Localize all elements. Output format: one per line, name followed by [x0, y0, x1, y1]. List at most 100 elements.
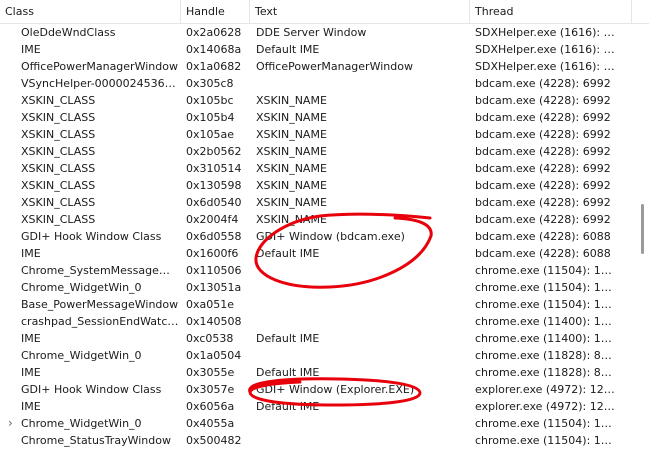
row-handle-cell: 0x6056a — [186, 400, 235, 413]
expand-chevron-icon[interactable]: › — [8, 415, 18, 432]
row-thread-cell: chrome.exe (11504): 12020 — [475, 298, 615, 311]
table-row[interactable]: XSKIN_CLASS 0x105ae XSKIN_NAME bdcam.exe (4… — [0, 126, 649, 143]
row-thread-cell: bdcam.exe (4228): 6992 — [475, 213, 611, 226]
row-class-cell: crashpad_SessionEndWatcher — [21, 315, 180, 328]
row-text-cell: XSKIN_NAME — [256, 94, 327, 107]
row-thread-cell: bdcam.exe (4228): 6992 — [475, 94, 611, 107]
table-row[interactable]: VSyncHelper-000002453606... 0x305c8 bdcam.… — [0, 75, 649, 92]
table-row[interactable]: XSKIN_CLASS 0x2004f4 XSKIN_NAME bdcam.exe (… — [0, 211, 649, 228]
row-thread-cell: bdcam.exe (4228): 6992 — [475, 111, 611, 124]
row-text-cell: XSKIN_NAME — [256, 162, 327, 175]
row-thread-cell: explorer.exe (4972): 12076 — [475, 400, 615, 413]
table-row[interactable]: Base_PowerMessageWindow 0xa051e chrome.exe… — [0, 296, 649, 313]
table-row[interactable]: crashpad_SessionEndWatcher 0x140508 chrome… — [0, 313, 649, 330]
table-row[interactable]: Chrome_StatusTrayWindow 0x500482 chrome.ex… — [0, 432, 649, 449]
window-list: OleDdeWndClass 0x2a0628 DDE Server Window S… — [0, 24, 649, 449]
row-text-cell: XSKIN_NAME — [256, 213, 327, 226]
table-row[interactable]: Chrome_SystemMessageWin... 0x110506 chrome… — [0, 262, 649, 279]
row-class-cell: VSyncHelper-000002453606... — [21, 77, 180, 90]
row-thread-cell: bdcam.exe (4228): 6992 — [475, 145, 611, 158]
row-thread-cell: chrome.exe (11828): 8704 — [475, 366, 615, 379]
row-text-cell — [256, 75, 466, 92]
table-row[interactable]: GDI+ Hook Window Class 0x3057e GDI+ Window… — [0, 381, 649, 398]
row-class-cell: XSKIN_CLASS — [21, 213, 96, 226]
column-header-text[interactable]: Text — [250, 0, 470, 23]
row-class-cell: GDI+ Hook Window Class — [21, 230, 162, 243]
row-text-cell — [256, 313, 466, 330]
row-class-cell: IME — [21, 247, 41, 260]
table-row[interactable]: IME 0x3055e Default IME chrome.exe (11828):… — [0, 364, 649, 381]
row-thread-cell: SDXHelper.exe (1616): 12... — [475, 43, 615, 56]
row-thread-cell: chrome.exe (11828): 8704 — [475, 349, 615, 362]
row-text-cell: GDI+ Window (bdcam.exe) — [256, 230, 405, 243]
table-row[interactable]: OleDdeWndClass 0x2a0628 DDE Server Window S… — [0, 24, 649, 41]
table-row[interactable]: Chrome_WidgetWin_0 0x1a0504 chrome.exe (11… — [0, 347, 649, 364]
row-handle-cell: 0x1a0682 — [186, 60, 242, 73]
row-handle-cell: 0xa051e — [186, 298, 235, 311]
row-text-cell: Default IME — [256, 366, 320, 379]
row-handle-cell: 0x4055a — [186, 417, 235, 430]
row-thread-cell: bdcam.exe (4228): 6088 — [475, 230, 611, 243]
row-handle-cell: 0x1600f6 — [186, 247, 239, 260]
table-row[interactable]: XSKIN_CLASS 0x6d0540 XSKIN_NAME bdcam.exe (… — [0, 194, 649, 211]
row-thread-cell: bdcam.exe (4228): 6992 — [475, 162, 611, 175]
row-class-cell: XSKIN_CLASS — [21, 128, 96, 141]
table-row[interactable]: GDI+ Hook Window Class 0x6d0558 GDI+ Windo… — [0, 228, 649, 245]
row-class-cell: Chrome_StatusTrayWindow — [21, 434, 171, 447]
row-handle-cell: 0x2b0562 — [186, 145, 242, 158]
row-class-cell: IME — [21, 400, 41, 413]
row-handle-cell: 0x105bc — [186, 94, 234, 107]
table-row[interactable]: OfficePowerManagerWindow 0x1a0682 OfficePo… — [0, 58, 649, 75]
table-row[interactable]: XSKIN_CLASS 0x2b0562 XSKIN_NAME bdcam.exe (… — [0, 143, 649, 160]
row-text-cell: XSKIN_NAME — [256, 128, 327, 141]
row-thread-cell: chrome.exe (11504): 12020 — [475, 264, 615, 277]
table-row[interactable]: XSKIN_CLASS 0x105b4 XSKIN_NAME bdcam.exe (4… — [0, 109, 649, 126]
table-row[interactable]: XSKIN_CLASS 0x310514 XSKIN_NAME bdcam.exe (… — [0, 160, 649, 177]
table-row[interactable]: IME 0xc0538 Default IME chrome.exe (11400):… — [0, 330, 649, 347]
column-header-class[interactable]: Class — [0, 0, 181, 23]
row-text-cell — [256, 347, 466, 364]
row-class-cell: Chrome_WidgetWin_0 — [21, 349, 142, 362]
row-thread-cell: bdcam.exe (4228): 6992 — [475, 128, 611, 141]
table-row[interactable]: XSKIN_CLASS 0x105bc XSKIN_NAME bdcam.exe (4… — [0, 92, 649, 109]
row-thread-cell: SDXHelper.exe (1616): 9036 — [475, 60, 615, 73]
row-text-cell: XSKIN_NAME — [256, 196, 327, 209]
row-handle-cell: 0x6d0558 — [186, 230, 242, 243]
row-class-cell: XSKIN_CLASS — [21, 179, 96, 192]
table-row[interactable]: IME 0x14068a Default IME SDXHelper.exe (161… — [0, 41, 649, 58]
column-header-thread[interactable]: Thread — [470, 0, 632, 23]
row-thread-cell: chrome.exe (11400): 12220 — [475, 332, 615, 345]
row-thread-cell: bdcam.exe (4228): 6088 — [475, 247, 611, 260]
row-thread-cell: bdcam.exe (4228): 6992 — [475, 196, 611, 209]
vertical-scrollbar[interactable] — [637, 24, 649, 445]
row-handle-cell: 0x110506 — [186, 264, 242, 277]
row-handle-cell: 0x14068a — [186, 43, 242, 56]
row-handle-cell: 0x1a0504 — [186, 349, 242, 362]
table-row[interactable]: XSKIN_CLASS 0x130598 XSKIN_NAME bdcam.exe (… — [0, 177, 649, 194]
scrollbar-thumb[interactable] — [641, 204, 644, 254]
row-handle-cell: 0x500482 — [186, 434, 242, 447]
row-handle-cell: 0x305c8 — [186, 77, 234, 90]
column-header: Class Handle Text Thread — [0, 0, 649, 24]
row-class-cell: IME — [21, 366, 41, 379]
row-class-cell: Base_PowerMessageWindow — [21, 298, 179, 311]
row-thread-cell: SDXHelper.exe (1616): 12... — [475, 26, 615, 39]
row-handle-cell: 0x2a0628 — [186, 26, 242, 39]
row-handle-cell: 0xc0538 — [186, 332, 234, 345]
table-row[interactable]: IME 0x6056a Default IME explorer.exe (4972)… — [0, 398, 649, 415]
row-class-cell: OleDdeWndClass — [21, 26, 116, 39]
table-row[interactable]: Chrome_WidgetWin_0 0x13051a chrome.exe (11… — [0, 279, 649, 296]
row-text-cell: OfficePowerManagerWindow — [256, 60, 413, 73]
row-handle-cell: 0x130598 — [186, 179, 242, 192]
row-handle-cell: 0x3055e — [186, 366, 235, 379]
table-row[interactable]: IME 0x1600f6 Default IME bdcam.exe (4228): … — [0, 245, 649, 262]
row-handle-cell: 0x6d0540 — [186, 196, 242, 209]
column-header-handle[interactable]: Handle — [181, 0, 250, 23]
row-handle-cell: 0x3057e — [186, 383, 235, 396]
row-text-cell: Default IME — [256, 43, 320, 56]
table-row[interactable]: › Chrome_WidgetWin_0 0x4055a chrome.exe (11… — [0, 415, 649, 432]
row-class-cell: IME — [21, 43, 41, 56]
row-handle-cell: 0x13051a — [186, 281, 242, 294]
row-thread-cell: explorer.exe (4972): 12076 — [475, 383, 615, 396]
row-class-cell: XSKIN_CLASS — [21, 162, 96, 175]
